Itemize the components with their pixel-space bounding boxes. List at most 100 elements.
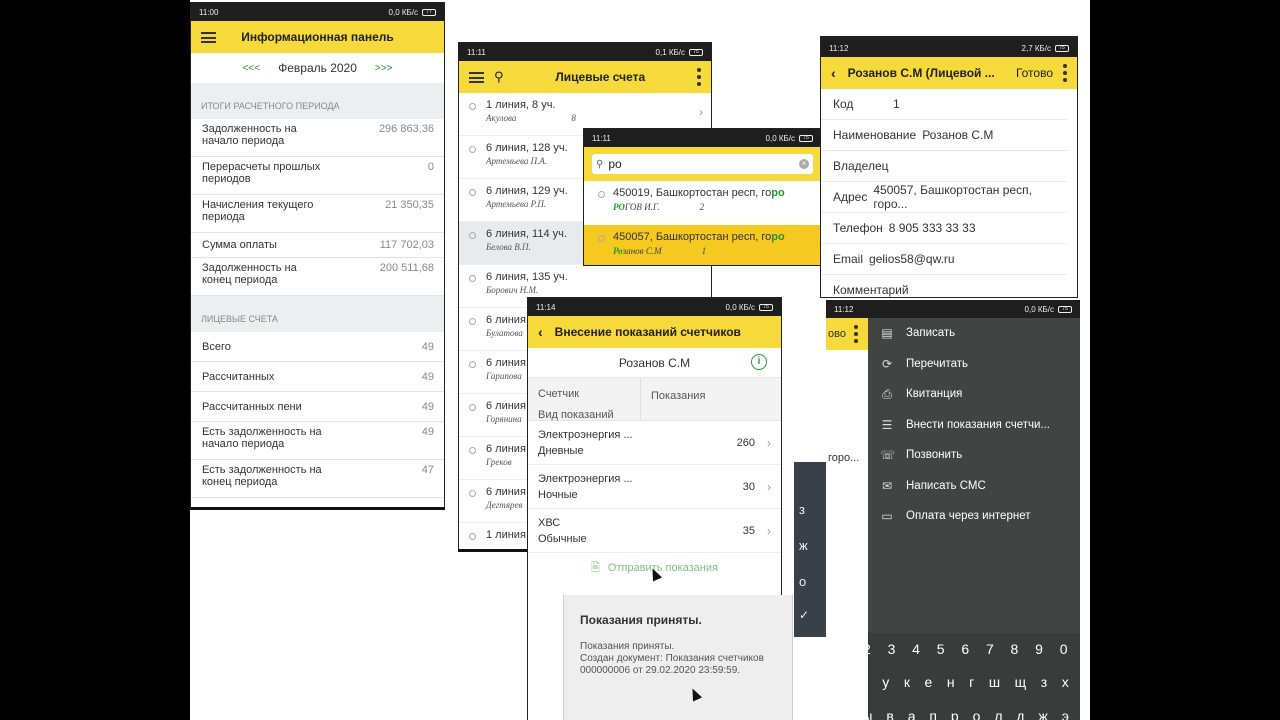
key[interactable]: 1 bbox=[838, 641, 846, 657]
accounts-row[interactable]: Есть задолженность на начало периода 49 bbox=[191, 422, 444, 460]
hamburger-menu-icon[interactable] bbox=[201, 31, 216, 43]
result-owner: занов С.М bbox=[622, 246, 662, 256]
key[interactable]: з bbox=[1041, 674, 1047, 690]
key[interactable]: ж bbox=[799, 538, 808, 553]
key[interactable]: 6 bbox=[961, 641, 969, 657]
search-result-selected[interactable]: 450057, Башкортостан респ, горо Розанов … bbox=[584, 225, 821, 265]
battery-icon: 75 bbox=[1055, 44, 1069, 52]
key[interactable]: п bbox=[929, 708, 937, 720]
key[interactable]: д bbox=[1016, 708, 1024, 720]
owner-name: Артемьева Р.П. bbox=[486, 199, 547, 209]
menu-item[interactable]: ✉ Написать СМС bbox=[868, 471, 1080, 502]
key[interactable]: х bbox=[1062, 674, 1069, 690]
name-field[interactable]: Наименование Розанов С.М bbox=[821, 120, 1067, 151]
menu-item[interactable]: ⎙ Квитанция bbox=[868, 379, 1080, 410]
key[interactable]: ш bbox=[989, 674, 1000, 690]
key[interactable]: 3 bbox=[888, 641, 896, 657]
comment-field[interactable]: Комментарий bbox=[821, 275, 1067, 297]
key[interactable]: к bbox=[904, 674, 910, 690]
clear-icon[interactable]: × bbox=[799, 159, 809, 169]
key[interactable]: у bbox=[882, 674, 889, 690]
key[interactable]: ж bbox=[1038, 708, 1047, 720]
code-field[interactable]: Код 1 bbox=[821, 89, 1067, 120]
key[interactable]: е bbox=[925, 674, 933, 690]
accounts-row[interactable]: Всего 49 bbox=[191, 332, 444, 362]
key[interactable]: р bbox=[951, 708, 959, 720]
accounts-row[interactable]: Есть задолженность на конец периода 47 bbox=[191, 460, 444, 498]
back-arrow-icon[interactable]: ‹ bbox=[831, 65, 836, 81]
key[interactable]: г bbox=[969, 674, 974, 690]
next-period-button[interactable]: >>> bbox=[375, 63, 393, 74]
dialog-line: Показания приняты. bbox=[580, 641, 675, 652]
info-icon[interactable]: i bbox=[751, 354, 767, 370]
meter-value: 35 bbox=[742, 524, 755, 537]
search-bar: ⚲ ро × bbox=[584, 147, 821, 181]
key[interactable]: ц bbox=[860, 674, 868, 690]
more-options-icon[interactable] bbox=[1063, 64, 1067, 82]
meter-row[interactable]: Электроэнергия ... Ночные 30 › bbox=[528, 465, 781, 509]
key[interactable]: о bbox=[799, 574, 806, 589]
totals-row[interactable]: Сумма оплаты 117 702,03 bbox=[191, 233, 444, 258]
menu-item[interactable]: ▤ Записать bbox=[868, 318, 1080, 349]
key[interactable]: н bbox=[947, 674, 955, 690]
totals-row[interactable]: Задолженность на начало периода 296 863,3… bbox=[191, 119, 444, 157]
totals-row[interactable]: Задолженность на конец периода 200 511,68 bbox=[191, 258, 444, 296]
field-label: Телефон bbox=[833, 221, 883, 235]
row-value: 47 bbox=[421, 464, 434, 476]
search-result[interactable]: 450019, Башкортостан респ, горо РОГОВ И.… bbox=[584, 181, 821, 225]
key[interactable]: 7 bbox=[986, 641, 994, 657]
menu-item[interactable]: ▭ Оплата через интернет bbox=[868, 501, 1080, 532]
menu-item[interactable]: ☰ Внести показания счетчи... bbox=[868, 410, 1080, 441]
key[interactable]: о bbox=[973, 708, 981, 720]
totals-row[interactable]: Начисления текущего периода 21 350,35 bbox=[191, 195, 444, 233]
key[interactable]: а bbox=[908, 708, 916, 720]
menu-item-label: Квитанция bbox=[906, 388, 963, 401]
email-field[interactable]: Email gelios58@qw.ru bbox=[821, 244, 1067, 275]
key[interactable]: 2 bbox=[863, 641, 871, 657]
row-label: Рассчитанных пени bbox=[202, 400, 302, 413]
search-input[interactable]: ⚲ ро × bbox=[592, 154, 813, 174]
row-label: Есть задолженность на начало периода bbox=[202, 426, 322, 450]
refresh-icon: ⟳ bbox=[881, 356, 893, 371]
prev-period-button[interactable]: <<< bbox=[243, 63, 261, 74]
meter-row[interactable]: ХВС Обычные 35 › bbox=[528, 509, 781, 553]
key[interactable]: 5 bbox=[937, 641, 945, 657]
menu-item[interactable]: ⟳ Перечитать bbox=[868, 349, 1080, 380]
phone-field[interactable]: Телефон 8 905 333 33 33 bbox=[821, 213, 1067, 244]
key[interactable]: з bbox=[799, 502, 805, 517]
key[interactable]: 4 bbox=[912, 641, 920, 657]
accounts-row[interactable]: Рассчитанных пени 49 bbox=[191, 392, 444, 422]
key[interactable]: ф bbox=[837, 708, 849, 720]
accounts-row[interactable]: Рассчитанных 49 bbox=[191, 362, 444, 392]
more-options-icon[interactable] bbox=[853, 325, 858, 343]
key[interactable]: э bbox=[1062, 708, 1069, 720]
key[interactable]: щ bbox=[1015, 674, 1027, 690]
menu-item[interactable]: ☏ Позвонить bbox=[868, 440, 1080, 471]
status-speed: 0,1 КБ/с bbox=[655, 47, 685, 57]
status-bar: 11:12 0,0 КБ/с 75 bbox=[826, 300, 1080, 318]
key[interactable]: в bbox=[886, 708, 893, 720]
address-field[interactable]: Адрес 450057, Башкортостан респ, горо... bbox=[821, 182, 1067, 213]
readings-accepted-dialog: Показания приняты. Показания приняты. Со… bbox=[563, 595, 793, 720]
key[interactable]: ы bbox=[862, 708, 872, 720]
hamburger-menu-icon[interactable] bbox=[469, 71, 484, 83]
totals-row[interactable]: Перерасчеты прошлых периодов 0 bbox=[191, 157, 444, 195]
key[interactable]: 8 bbox=[1011, 641, 1019, 657]
status-time: 11:12 bbox=[829, 43, 849, 53]
row-label: Есть задолженность на конец периода bbox=[202, 464, 322, 488]
more-options-icon[interactable] bbox=[697, 68, 701, 86]
back-arrow-icon[interactable]: ‹ bbox=[538, 324, 543, 340]
menu-item-label: Позвонить bbox=[906, 449, 963, 462]
owner-field[interactable]: Владелец bbox=[821, 151, 1067, 182]
done-button[interactable]: Готово bbox=[1016, 66, 1053, 80]
key[interactable]: й bbox=[837, 674, 845, 690]
actions-menu-screen: 11:12 0,0 КБ/с 75 ово горо... ▤ Записать ⟳ П… bbox=[826, 300, 1080, 720]
key[interactable]: 0 bbox=[1060, 641, 1068, 657]
key[interactable]: 9 bbox=[1035, 641, 1043, 657]
background-text-fragment: горо... bbox=[828, 452, 860, 464]
search-icon[interactable]: ⚲ bbox=[494, 69, 504, 85]
meter-row[interactable]: Электроэнергия ... Дневные 260 › bbox=[528, 421, 781, 465]
key[interactable]: л bbox=[994, 708, 1002, 720]
check-icon[interactable]: ✓ bbox=[799, 608, 809, 622]
chevron-right-icon: › bbox=[699, 105, 703, 119]
